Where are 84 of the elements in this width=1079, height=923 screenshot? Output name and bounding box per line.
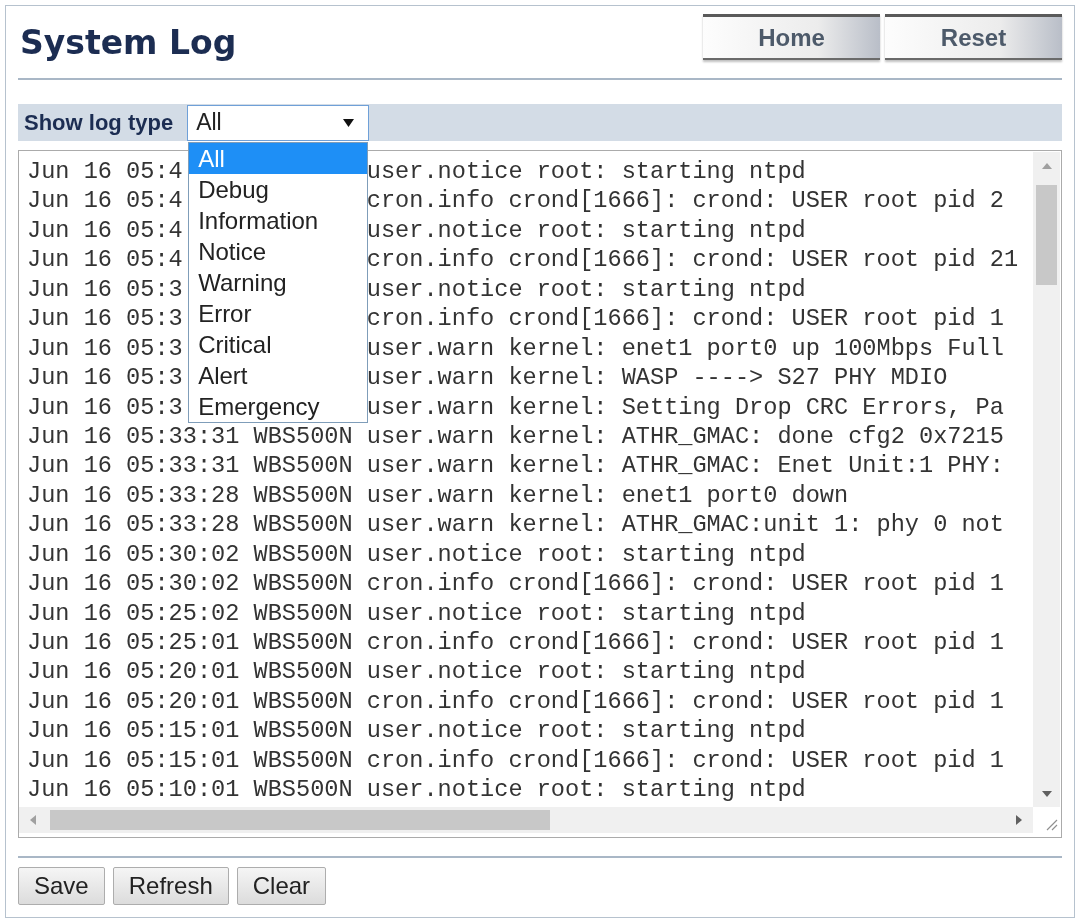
dropdown-option[interactable]: Debug xyxy=(189,173,368,205)
log-message: user.warn kernel: enet1 port0 up 100Mbps Full xyxy=(366,333,1004,364)
log-timestamp: Jun 16 05:33:28 xyxy=(27,480,240,511)
log-timestamp: Jun 16 05:15:01 xyxy=(27,745,240,776)
dropdown-option[interactable]: Alert xyxy=(189,359,368,391)
resize-grip-icon[interactable] xyxy=(1046,819,1058,831)
log-host: WBS500N xyxy=(253,480,353,511)
log-timestamp: Jun 16 05:33:31 xyxy=(27,421,240,452)
dropdown-option[interactable]: Information xyxy=(189,204,368,236)
dropdown-option[interactable]: Notice xyxy=(189,235,368,267)
log-message: user.notice root: starting ntpd xyxy=(366,657,806,687)
dropdown-option[interactable]: Critical xyxy=(189,328,368,360)
log-timestamp: Jun 16 05:3 xyxy=(27,363,183,393)
log-timestamp: Jun 16 05:4 xyxy=(27,157,183,187)
log-timestamp: Jun 16 05:4 xyxy=(27,215,183,246)
log-timestamp: Jun 16 05:20:01 xyxy=(27,686,240,717)
log-timestamp: Jun 16 05:3 xyxy=(27,274,183,305)
log-host: WBS500N xyxy=(253,569,353,599)
log-message: cron.info crond[1666]: crond: USER root pid 1 xyxy=(366,304,1004,334)
log-host: WBS500N xyxy=(253,451,353,481)
log-timestamp: Jun 16 05:30:02 xyxy=(27,569,240,599)
log-host: WBS500N xyxy=(253,716,353,746)
log-message: cron.info crond[1666]: crond: USER root pid 1 xyxy=(366,686,1004,717)
log-message: user.warn kernel: ATHR_GMAC: done cfg2 0x7215 xyxy=(366,421,1004,452)
header-button[interactable]: Reset xyxy=(885,14,1062,60)
log-message: user.notice root: starting ntpd xyxy=(366,775,806,805)
log-host: WBS500N xyxy=(253,657,353,687)
scroll-up-icon[interactable] xyxy=(1041,163,1052,169)
scroll-down-icon[interactable] xyxy=(1041,791,1052,797)
log-timestamp: Jun 16 05:3 xyxy=(27,392,183,422)
log-host: WBS500N xyxy=(253,510,353,540)
log-message: user.warn kernel: ATHR_GMAC:unit 1: phy 0 not xyxy=(366,510,1004,540)
log-message: cron.info crond[1666]: crond: USER root pid 1 xyxy=(366,569,1004,599)
header-button[interactable]: Home xyxy=(703,14,880,60)
log-host: WBS500N xyxy=(253,539,353,570)
log-host: WBS500N xyxy=(253,598,353,628)
scroll-left-icon[interactable] xyxy=(30,815,36,825)
log-textarea[interactable] xyxy=(18,150,1062,838)
log-message: user.notice root: starting ntpd xyxy=(366,598,806,628)
action-button[interactable]: Save xyxy=(18,867,105,905)
log-timestamp: Jun 16 05:33:28 xyxy=(27,510,240,540)
action-button[interactable]: Refresh xyxy=(112,867,229,905)
log-host: WBS500N xyxy=(253,421,353,452)
log-message: cron.info crond[1666]: crond: USER root pid 1 xyxy=(366,745,1004,776)
log-host: WBS500N xyxy=(253,745,353,776)
log-message: user.warn kernel: Setting Drop CRC Errors, Pa xyxy=(366,392,1004,422)
action-button[interactable]: Clear xyxy=(236,867,327,905)
log-timestamp: Jun 16 05:25:02 xyxy=(27,598,240,628)
log-message: user.notice root: starting ntpd xyxy=(366,716,806,746)
log-timestamp: Jun 16 05:3 xyxy=(27,304,183,334)
log-host: WBS500N xyxy=(253,775,353,805)
log-message: cron.info crond[1666]: crond: USER root pid 21 xyxy=(366,245,1019,275)
log-message: user.warn kernel: WASP ----> S27 PHY MDIO xyxy=(366,363,948,393)
log-message: user.notice root: starting ntpd xyxy=(366,215,806,246)
log-message: user.warn kernel: enet1 port0 down xyxy=(366,480,849,511)
horizontal-scrollbar[interactable] xyxy=(19,807,1033,833)
log-timestamp: Jun 16 05:20:01 xyxy=(27,657,240,687)
log-timestamp: Jun 16 05:3 xyxy=(27,333,183,364)
scrollbar-thumb[interactable] xyxy=(1036,185,1057,285)
vertical-scrollbar[interactable] xyxy=(1033,152,1060,807)
scrollbar-thumb[interactable] xyxy=(50,810,550,830)
filter-label: Show log type xyxy=(24,109,174,136)
log-timestamp: Jun 16 05:33:31 xyxy=(27,451,240,481)
log-timestamp: Jun 16 05:15:01 xyxy=(27,716,240,746)
dropdown-option[interactable]: Emergency xyxy=(189,390,368,422)
log-timestamp: Jun 16 05:4 xyxy=(27,186,183,216)
log-timestamp: Jun 16 05:10:01 xyxy=(27,775,240,805)
log-message: user.notice root: starting ntpd xyxy=(366,539,806,570)
log-host: WBS500N xyxy=(253,686,353,717)
log-timestamp: Jun 16 05:4 xyxy=(27,245,183,275)
dropdown-option[interactable]: Warning xyxy=(189,266,368,298)
log-host: WBS500N xyxy=(253,628,353,658)
log-message: cron.info crond[1666]: crond: USER root pid 1 xyxy=(366,628,1004,658)
dropdown-option[interactable]: Error xyxy=(189,297,368,329)
log-message: user.notice root: starting ntpd xyxy=(366,157,806,187)
caret-icon xyxy=(343,118,355,127)
log-timestamp: Jun 16 05:25:01 xyxy=(27,628,240,658)
log-type-select[interactable]: All xyxy=(187,104,370,141)
log-message: cron.info crond[1666]: crond: USER root pid 2 xyxy=(366,186,1004,216)
log-message: user.notice root: starting ntpd xyxy=(366,274,806,305)
log-message: user.warn kernel: ATHR_GMAC: Enet Unit:1 PHY: xyxy=(366,451,1004,481)
page-title: System Log xyxy=(20,23,237,63)
log-timestamp: Jun 16 05:30:02 xyxy=(27,539,240,570)
scroll-right-icon[interactable] xyxy=(1016,815,1022,825)
